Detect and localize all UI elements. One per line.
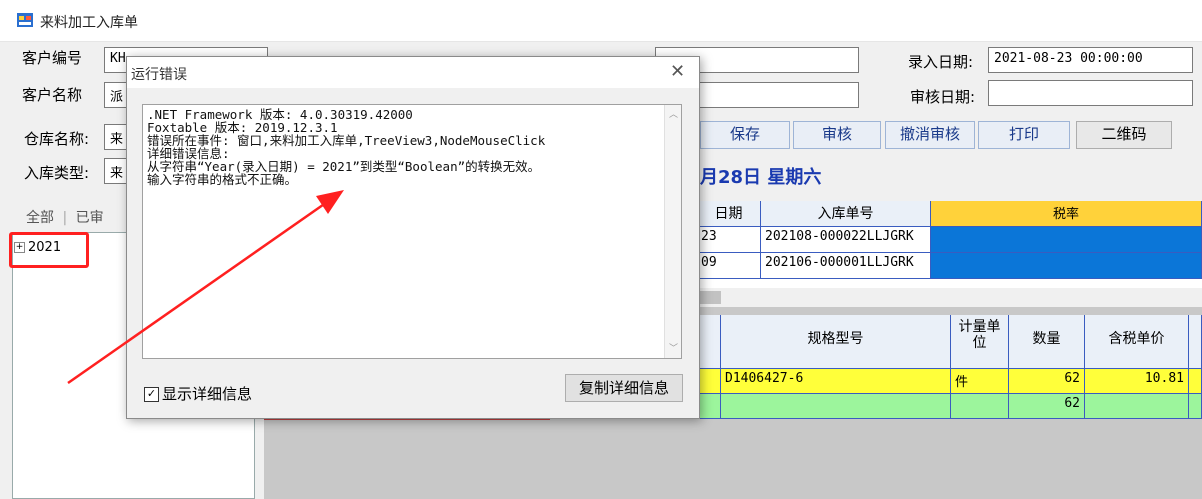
annotation-arrow-icon — [67, 190, 344, 385]
